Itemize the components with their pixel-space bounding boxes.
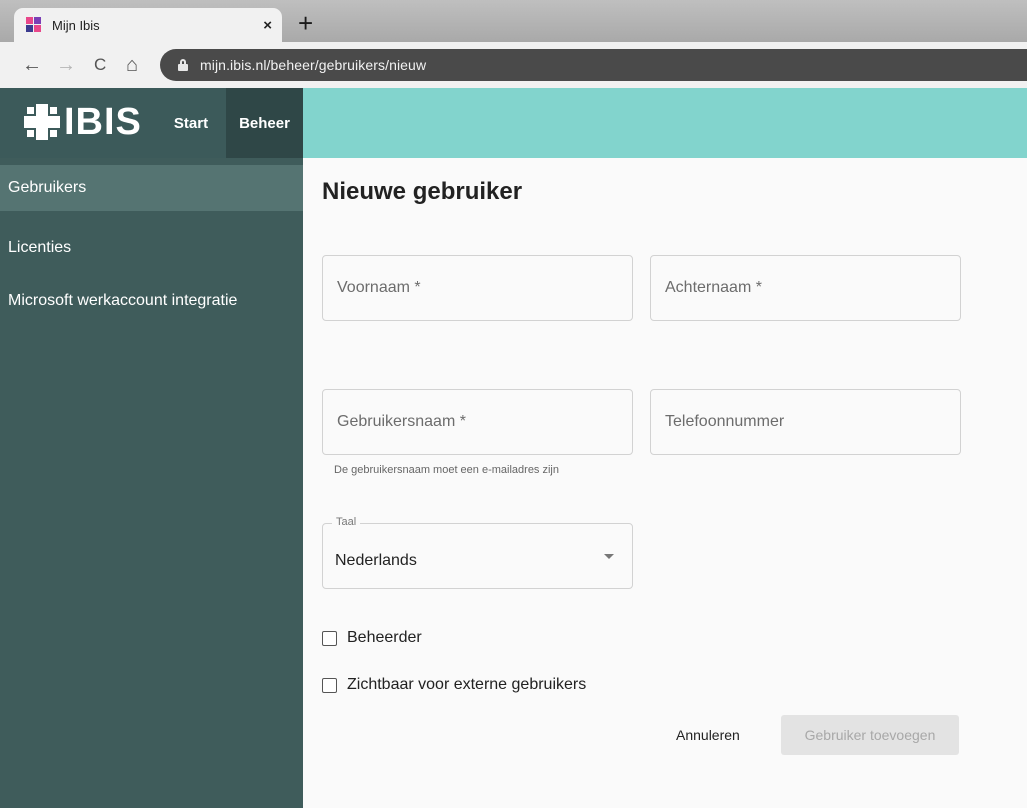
admin-checkbox-row[interactable]: Beheerder — [322, 629, 422, 647]
ibis-favicon-icon — [26, 17, 42, 33]
sidebar-item-gebruikers[interactable]: Gebruikers — [0, 165, 303, 211]
external-visible-checkbox[interactable] — [322, 677, 337, 693]
close-tab-icon[interactable]: × — [263, 17, 272, 34]
url-text: mijn.ibis.nl/beheer/gebruikers/nieuw — [200, 57, 427, 73]
nav-item-label: Start — [173, 114, 209, 132]
main-content: Nieuwe gebruiker De gebruikersnaam moet … — [303, 158, 1027, 808]
admin-checkbox-label: Beheerder — [347, 629, 422, 646]
address-bar[interactable]: mijn.ibis.nl/beheer/gebruikers/nieuw — [160, 49, 1027, 81]
add-user-button[interactable]: Gebruiker toevoegen — [781, 715, 959, 755]
external-visible-checkbox-row[interactable]: Zichtbaar voor externe gebruikers — [322, 676, 586, 694]
sidebar-item-licenties[interactable]: Licenties — [0, 225, 303, 271]
admin-checkbox[interactable] — [322, 630, 337, 646]
browser-tab[interactable]: Mijn Ibis × — [14, 8, 282, 42]
language-select[interactable]: Taal Nederlands — [322, 516, 633, 589]
forward-arrow-icon[interactable]: → — [56, 50, 76, 80]
dropdown-caret-icon — [604, 554, 614, 559]
username-input[interactable] — [323, 390, 632, 454]
first-name-field — [322, 255, 633, 321]
new-tab-icon[interactable]: + — [298, 8, 313, 38]
username-field — [322, 389, 633, 455]
username-helper-text: De gebruikersnaam moet een e-mailadres z… — [334, 464, 559, 476]
first-name-input[interactable] — [323, 256, 632, 320]
last-name-field — [650, 255, 961, 321]
last-name-input[interactable] — [651, 256, 960, 320]
phone-field — [650, 389, 961, 455]
ibis-logo-icon — [24, 104, 60, 140]
browser-tab-strip: Mijn Ibis × + — [0, 0, 1027, 42]
header-nav-area: IBIS Start Beheer — [0, 88, 303, 158]
nav-item-beheer[interactable]: Beheer — [226, 88, 303, 158]
back-arrow-icon[interactable]: ← — [22, 50, 42, 80]
tab-title: Mijn Ibis — [52, 17, 100, 33]
sidebar: Gebruikers Licenties Microsoft werkaccou… — [0, 158, 303, 808]
sidebar-item-label: Licenties — [8, 239, 72, 256]
phone-input[interactable] — [651, 390, 960, 454]
app-header: IBIS Start Beheer — [0, 88, 1027, 158]
cancel-button[interactable]: Annuleren — [676, 727, 740, 743]
sidebar-item-microsoft-integratie[interactable]: Microsoft werkaccount integratie — [0, 278, 303, 324]
sidebar-item-label: Gebruikers — [8, 179, 87, 196]
reload-icon[interactable]: C — [94, 50, 106, 80]
lock-icon — [178, 59, 188, 71]
page-title: Nieuwe gebruiker — [322, 178, 523, 205]
language-label: Taal — [332, 516, 361, 528]
nav-item-start[interactable]: Start — [158, 88, 224, 158]
external-visible-checkbox-label: Zichtbaar voor externe gebruikers — [347, 676, 587, 693]
sidebar-item-label: Microsoft werkaccount integratie — [8, 292, 238, 309]
nav-item-label: Beheer — [239, 114, 290, 132]
home-icon[interactable]: ⌂ — [126, 50, 138, 80]
language-value: Nederlands — [335, 552, 417, 569]
logo-text: IBIS — [64, 101, 142, 143]
browser-toolbar: ← → C ⌂ mijn.ibis.nl/beheer/gebruikers/n… — [0, 42, 1027, 88]
ibis-logo[interactable]: IBIS — [24, 102, 142, 142]
